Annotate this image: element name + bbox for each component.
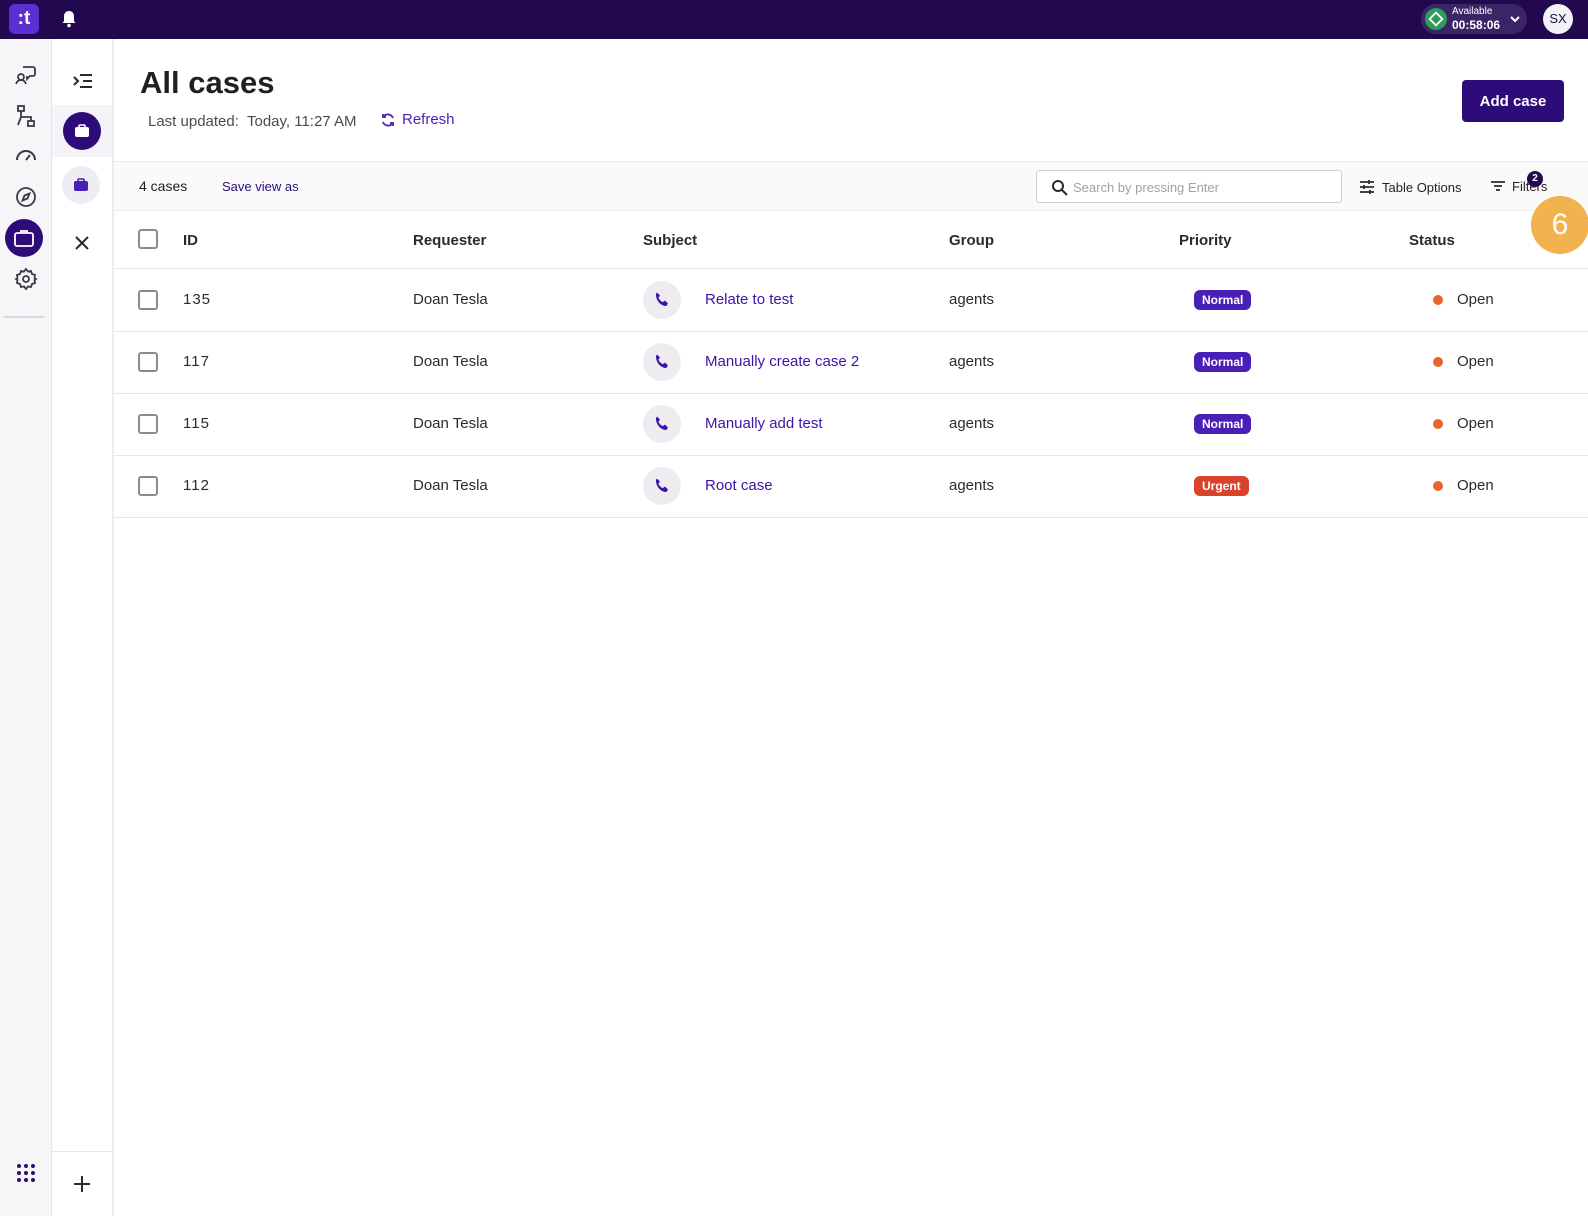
case-group: agents xyxy=(949,353,995,370)
search-input[interactable] xyxy=(1073,177,1333,197)
status-cell: Open xyxy=(1433,415,1494,432)
status-open-dot xyxy=(1433,356,1443,367)
table-header: ID Requester Subject Group Priority Stat… xyxy=(114,211,1588,269)
table-row[interactable]: 117 Doan Tesla Manually create case 2 agent… xyxy=(114,332,1588,394)
status-open-dot xyxy=(1433,480,1443,491)
status-label: Open xyxy=(1457,353,1494,370)
status-label: Open xyxy=(1457,477,1494,494)
views-tab-all-cases[interactable] xyxy=(52,105,112,157)
table-toolbar: 4 cases Save view as Table Options Filte… xyxy=(114,161,1588,211)
refresh-button[interactable]: Refresh xyxy=(380,111,455,128)
row-checkbox[interactable] xyxy=(138,414,158,434)
row-checkbox[interactable] xyxy=(138,290,158,310)
column-header-requester[interactable]: Requester xyxy=(413,232,486,249)
status-label: Open xyxy=(1457,415,1494,432)
search-box[interactable] xyxy=(1036,170,1342,203)
briefcase-icon[interactable] xyxy=(62,166,100,204)
availability-status-button[interactable]: Available 00:58:06 xyxy=(1421,4,1527,34)
case-group: agents xyxy=(949,415,995,432)
case-group: agents xyxy=(949,291,995,308)
collapse-menu-icon[interactable] xyxy=(70,68,96,94)
priority-badge: Urgent xyxy=(1194,476,1249,496)
refresh-label: Refresh xyxy=(402,111,455,128)
logo-icon[interactable]: :t xyxy=(9,4,39,34)
page-title: All cases xyxy=(140,65,275,100)
column-header-priority[interactable]: Priority xyxy=(1179,232,1232,249)
close-icon[interactable] xyxy=(70,231,94,255)
case-subject-link[interactable]: Manually add test xyxy=(705,415,823,432)
requester-name: Doan Tesla xyxy=(413,415,488,432)
apps-grid-icon[interactable] xyxy=(12,1159,40,1187)
case-subject-link[interactable]: Relate to test xyxy=(705,291,793,308)
compass-icon[interactable] xyxy=(12,183,40,211)
refresh-icon xyxy=(382,113,394,126)
phone-icon xyxy=(643,405,681,443)
column-header-status[interactable]: Status xyxy=(1409,232,1455,249)
conversations-icon[interactable] xyxy=(12,61,40,89)
status-cell: Open xyxy=(1433,353,1494,370)
row-checkbox[interactable] xyxy=(138,476,158,496)
search-icon xyxy=(1052,180,1068,196)
save-view-button[interactable]: Save view as xyxy=(222,179,299,194)
case-id: 112 xyxy=(183,477,210,494)
priority-badge: Normal xyxy=(1194,414,1252,434)
table-row[interactable]: 115 Doan Tesla Manually add test agents Norm… xyxy=(114,394,1588,456)
status-open-dot xyxy=(1433,294,1443,305)
bell-icon[interactable] xyxy=(59,9,79,29)
requester-name: Doan Tesla xyxy=(413,477,488,494)
priority-badge: Normal xyxy=(1194,352,1252,372)
case-group: agents xyxy=(949,477,995,494)
user-avatar[interactable]: SX xyxy=(1543,4,1573,34)
left-rail xyxy=(0,39,52,1216)
briefcase-icon xyxy=(63,112,101,150)
requester-name: Doan Tesla xyxy=(413,291,488,308)
table-row[interactable]: 112 Doan Tesla Root case agents Urgent Open xyxy=(114,456,1588,518)
priority-badge: Normal xyxy=(1194,290,1252,310)
views-panel xyxy=(52,39,114,1216)
status-cell: Open xyxy=(1433,477,1494,494)
status-open-dot xyxy=(1433,418,1443,429)
top-bar: :t Available 00:58:06 SX xyxy=(0,0,1588,39)
column-header-group[interactable]: Group xyxy=(949,232,994,249)
flow-icon[interactable] xyxy=(12,102,40,130)
table-row[interactable]: 135 Doan Tesla Relate to test agents Normal O… xyxy=(114,270,1588,332)
phone-icon xyxy=(643,343,681,381)
case-subject-link[interactable]: Root case xyxy=(705,477,773,494)
gear-icon[interactable] xyxy=(12,265,40,293)
last-updated-text: Last updated: Today, 11:27 AM xyxy=(148,113,357,130)
rail-divider xyxy=(4,316,44,318)
status-cell: Open xyxy=(1433,291,1494,308)
phone-icon xyxy=(643,467,681,505)
briefcase-icon[interactable] xyxy=(5,219,43,257)
filter-icon xyxy=(1491,181,1505,191)
case-id: 115 xyxy=(183,415,210,432)
available-status-icon xyxy=(1425,8,1447,30)
case-id: 117 xyxy=(183,353,210,370)
column-header-subject[interactable]: Subject xyxy=(643,232,697,249)
main-content: All cases Last updated: Today, 11:27 AM … xyxy=(114,39,1588,1216)
row-checkbox[interactable] xyxy=(138,352,158,372)
status-label: Available xyxy=(1452,6,1493,17)
dashboard-gauge-icon[interactable] xyxy=(12,141,40,169)
case-id: 135 xyxy=(183,291,212,308)
sliders-icon xyxy=(1360,180,1374,194)
phone-icon xyxy=(643,281,681,319)
case-subject-link[interactable]: Manually create case 2 xyxy=(705,353,859,370)
column-header-id[interactable]: ID xyxy=(183,232,198,249)
add-view-button[interactable] xyxy=(52,1151,112,1216)
status-label: Open xyxy=(1457,291,1494,308)
add-case-button[interactable]: Add case xyxy=(1462,80,1564,122)
requester-name: Doan Tesla xyxy=(413,353,488,370)
step-marker: 6 xyxy=(1531,196,1588,254)
status-timer: 00:58:06 xyxy=(1452,18,1501,32)
table-options-button[interactable]: Table Options xyxy=(1358,178,1462,196)
case-count: 4 cases xyxy=(139,178,188,194)
plus-icon xyxy=(74,1176,90,1192)
chevron-down-icon xyxy=(1508,12,1522,26)
filters-count-badge: 2 xyxy=(1527,171,1543,187)
select-all-checkbox[interactable] xyxy=(138,229,158,249)
table-options-label: Table Options xyxy=(1382,179,1462,195)
